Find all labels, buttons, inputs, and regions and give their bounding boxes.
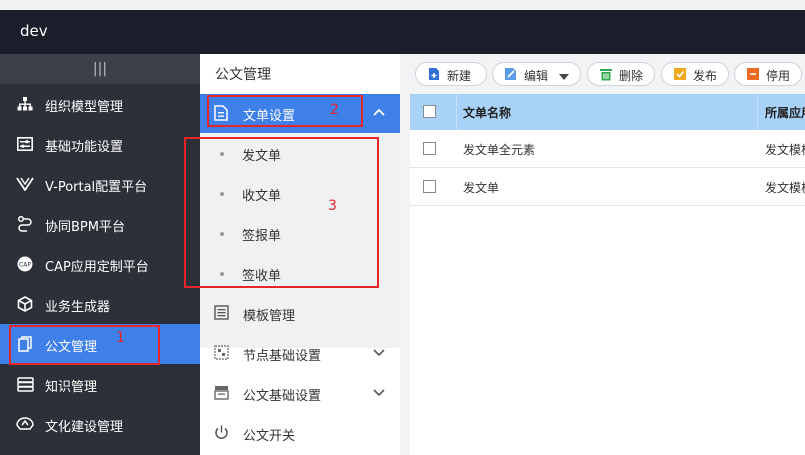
knowledge-icon — [16, 376, 34, 392]
button-label: 发布 — [693, 69, 718, 83]
row-name[interactable]: 发文单 — [463, 179, 499, 196]
toolbar: 新建 编辑 删除 发布 停用 — [410, 54, 805, 94]
column-divider — [757, 94, 758, 130]
portal-icon — [16, 176, 34, 192]
annotation-number-1: 1 — [116, 330, 125, 346]
left-nav: ||| 组织模型管理 基础功能设置 V-Portal配置平台 协同BPM平台 C… — [0, 54, 200, 455]
top-bar: dev — [0, 10, 805, 54]
culture-icon — [16, 416, 34, 432]
sub-nav-label: 模板管理 — [243, 309, 296, 324]
table-row[interactable]: 发文单 发文模板 — [410, 168, 805, 206]
workflow-icon — [16, 216, 34, 232]
nav-label: 知识管理 — [45, 380, 98, 395]
nav-item-basic-settings[interactable]: 基础功能设置 — [0, 124, 200, 164]
annotation-box-1 — [9, 325, 160, 365]
new-button[interactable]: 新建 — [415, 62, 487, 86]
sub-nav-title: 公文管理 — [215, 67, 271, 83]
nav-item-bpm[interactable]: 协同BPM平台 — [0, 204, 200, 244]
disable-icon — [746, 67, 760, 81]
nav-label: 基础功能设置 — [45, 140, 124, 155]
delete-button[interactable]: 删除 — [587, 62, 655, 86]
trash-icon — [599, 67, 613, 81]
sub-nav-document-basic-settings[interactable]: 公文基础设置 — [200, 374, 400, 414]
caret-down-icon — [559, 70, 569, 84]
button-label: 停用 — [766, 69, 791, 83]
collapse-menu-button[interactable]: ||| — [0, 54, 200, 84]
nav-item-cap[interactable]: CAP CAP应用定制平台 — [0, 244, 200, 284]
sub-nav-document-switch[interactable]: 公文开关 — [200, 414, 400, 454]
chevron-down-icon — [372, 387, 386, 402]
annotation-number-3: 3 — [328, 198, 337, 214]
column-header-name[interactable]: 文单名称 — [463, 104, 511, 121]
nav-item-v-portal[interactable]: V-Portal配置平台 — [0, 164, 200, 204]
chevron-up-icon — [372, 106, 386, 121]
button-label: 删除 — [619, 69, 644, 83]
row-app: 发文模板 — [765, 181, 805, 195]
power-icon — [214, 425, 229, 444]
nav-item-knowledge[interactable]: 知识管理 — [0, 364, 200, 404]
table-row[interactable]: 发文单全元素 发文模板 — [410, 130, 805, 168]
doc-settings-icon — [214, 385, 229, 404]
nav-label: 组织模型管理 — [45, 100, 124, 115]
top-strip — [0, 0, 805, 10]
column-divider — [456, 94, 457, 130]
form-table: 文单名称 所属应用 发文单全元素 发文模板 发文单 发文模板 — [410, 94, 805, 455]
nav-item-business-generator[interactable]: 业务生成器 — [0, 284, 200, 324]
select-all-checkbox[interactable] — [423, 105, 436, 118]
sub-nav-label: 节点基础设置 — [243, 349, 322, 364]
column-header-app[interactable]: 所属应用 — [765, 104, 805, 121]
nav-label: CAP应用定制平台 — [45, 260, 149, 275]
main-content: 新建 编辑 删除 发布 停用 文单名称 所属应 发文单全元素 发文模 发文单 发… — [400, 54, 805, 455]
chevron-down-icon — [372, 347, 386, 362]
publish-icon — [673, 67, 687, 81]
template-icon — [214, 305, 229, 324]
button-label: 编辑 — [524, 69, 549, 83]
annotation-box-2 — [207, 95, 363, 127]
sub-nav-template-management[interactable]: 模板管理 — [200, 294, 400, 334]
svg-text:CAP: CAP — [19, 262, 31, 269]
row-name[interactable]: 发文单全元素 — [463, 141, 535, 158]
row-checkbox[interactable] — [423, 142, 436, 155]
edit-button[interactable]: 编辑 — [492, 62, 581, 86]
table-header: 文单名称 所属应用 — [410, 94, 805, 130]
annotation-box-3 — [184, 137, 379, 288]
org-chart-icon — [16, 96, 34, 112]
sub-nav-label: 公文开关 — [243, 429, 296, 444]
edit-icon — [504, 67, 518, 81]
publish-button[interactable]: 发布 — [661, 62, 729, 86]
nav-label: 文化建设管理 — [45, 420, 124, 435]
settings-list-icon — [16, 136, 34, 152]
new-doc-icon — [427, 67, 441, 81]
cube-icon — [16, 296, 34, 312]
sub-nav-node-settings[interactable]: 节点基础设置 — [200, 334, 400, 374]
annotation-number-2: 2 — [330, 102, 339, 118]
nav-label: 业务生成器 — [45, 300, 111, 315]
sub-nav-label: 公文基础设置 — [243, 389, 322, 404]
node-settings-icon — [214, 345, 229, 364]
row-app: 发文模板 — [765, 143, 805, 157]
cap-icon: CAP — [16, 256, 34, 272]
app-title: dev — [20, 22, 48, 40]
nav-label: 协同BPM平台 — [45, 220, 125, 235]
row-checkbox[interactable] — [423, 180, 436, 193]
disable-button[interactable]: 停用 — [734, 62, 802, 86]
nav-item-culture[interactable]: 文化建设管理 — [0, 404, 200, 444]
nav-item-org-model[interactable]: 组织模型管理 — [0, 84, 200, 124]
nav-label: V-Portal配置平台 — [45, 180, 148, 195]
button-label: 新建 — [447, 69, 472, 83]
